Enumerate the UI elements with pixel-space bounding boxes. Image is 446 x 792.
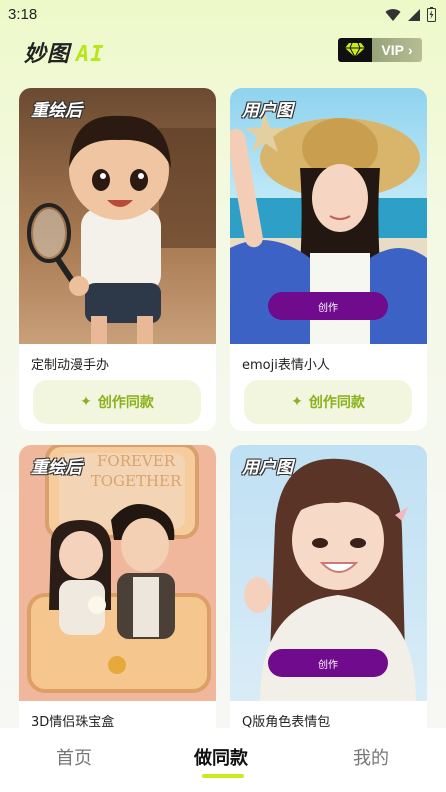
logo-ai-text: AI — [76, 42, 105, 67]
card-tag: 用户图 — [242, 101, 293, 121]
create-pill-button[interactable]: 创作 — [268, 649, 388, 677]
bottom-nav: 首页 做同款 我的 — [0, 728, 446, 792]
box-engraving: FOREVER TOGETHER — [90, 452, 182, 490]
template-card[interactable]: 用户图 创作 Q版角色表情包 — [230, 445, 427, 745]
create-pill-button[interactable]: 创作 — [268, 292, 388, 320]
vip-label: VIP — [381, 42, 404, 58]
card-image: 重绘后 — [19, 88, 216, 344]
vip-button[interactable]: VIP › — [338, 38, 422, 62]
card-image: FOREVER TOGETHER 重绘后 — [19, 445, 216, 701]
card-title: emoji表情小人 — [242, 358, 330, 373]
template-card[interactable]: 用户图 创作 emoji表情小人 ✦ 创作同款 — [230, 88, 427, 431]
create-same-label: 创作同款 — [308, 395, 365, 411]
sparkle-icon: ✦ — [80, 394, 92, 410]
card-image: 用户图 创作 — [230, 445, 427, 701]
active-tab-indicator — [202, 774, 244, 778]
chevron-right-icon: › — [407, 42, 413, 58]
battery-icon — [427, 7, 436, 22]
status-icons — [385, 7, 436, 22]
template-card[interactable]: FOREVER TOGETHER 重绘后 3D情侣珠宝盒 — [19, 445, 216, 745]
nav-mine[interactable]: 我的 — [353, 744, 389, 770]
card-title: 定制动漫手办 — [31, 358, 110, 373]
signal-icon — [408, 8, 420, 21]
sparkle-icon: ✦ — [291, 394, 303, 410]
status-time: 3:18 — [8, 6, 38, 23]
create-same-label: 创作同款 — [97, 395, 154, 411]
template-card[interactable]: 重绘后 定制动漫手办 ✦ 创作同款 — [19, 88, 216, 431]
status-bar: 3:18 — [0, 0, 446, 30]
logo-text: 妙图 — [24, 42, 71, 67]
app-logo: 妙图 AI — [24, 36, 105, 68]
diamond-icon — [338, 38, 372, 62]
nav-home[interactable]: 首页 — [56, 744, 92, 770]
card-tag: 重绘后 — [31, 458, 82, 478]
card-tag: 用户图 — [242, 458, 293, 478]
create-same-button[interactable]: ✦ 创作同款 — [33, 380, 201, 424]
card-tag: 重绘后 — [31, 101, 82, 121]
vip-label-area: VIP › — [372, 38, 422, 62]
wifi-icon — [385, 8, 401, 21]
create-same-button[interactable]: ✦ 创作同款 — [244, 380, 412, 424]
card-image: 用户图 创作 — [230, 88, 427, 344]
nav-remake[interactable]: 做同款 — [194, 744, 248, 770]
